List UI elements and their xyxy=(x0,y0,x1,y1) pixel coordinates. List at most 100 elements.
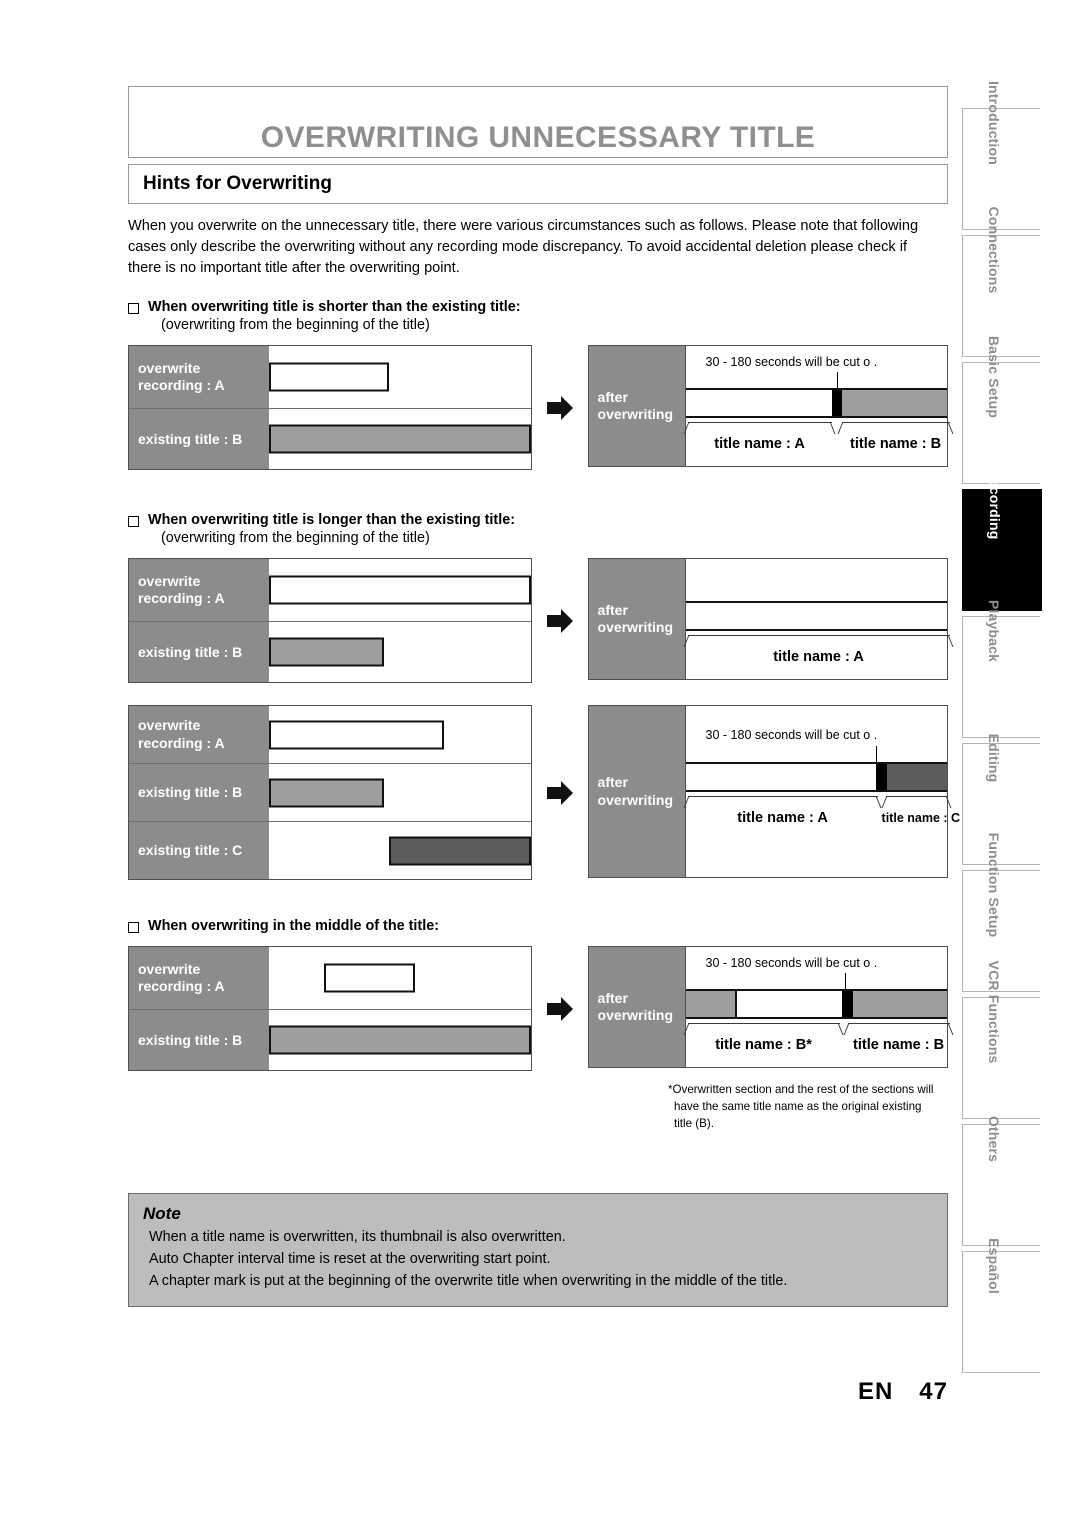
row-label-text: existing title : B xyxy=(138,1031,243,1048)
sidebar-tab-label: Function Setup xyxy=(985,832,1002,938)
row-label-line1: overwrite xyxy=(138,717,201,734)
segment-title-b-pre xyxy=(685,991,736,1018)
label-title-name-b-star: title name : B* xyxy=(715,1037,812,1054)
row-track xyxy=(269,947,531,1010)
sidebar-tab-label: Others xyxy=(985,1115,1002,1163)
sidebar-tab-recording[interactable]: Recording xyxy=(962,468,1042,611)
row-label-text: existing title : C xyxy=(138,842,243,859)
diagram-case-3: overwrite recording : A existing title :… xyxy=(128,705,961,881)
row-label-existing-title-c: existing title : C xyxy=(129,822,269,880)
brace-title-a xyxy=(687,796,878,807)
row-label-line2: recording : A xyxy=(138,978,225,995)
checkbox-icon xyxy=(128,922,139,934)
checkbox-icon xyxy=(128,303,139,315)
after-label-line2: overwriting xyxy=(597,791,674,808)
result-strip-4 xyxy=(685,989,947,1020)
row-label-overwrite-recording-a: overwrite recording : A xyxy=(129,947,269,1010)
after-body: 30 - 180 seconds will be cut o . title n… xyxy=(684,346,950,467)
diagram-1-row-overwrite-a: overwrite recording : A xyxy=(129,346,531,410)
cut-note-text: 30 - 180 seconds will be cut o . xyxy=(705,956,878,971)
panel-label-after-overwriting: after overwriting xyxy=(588,947,685,1068)
label-title-name-c: title name : C xyxy=(881,811,961,826)
bar-existing-b xyxy=(269,424,531,454)
bar-overwrite-a xyxy=(323,963,416,993)
row-label-existing-title-b: existing title : B xyxy=(129,1010,269,1071)
diagram-4-row-existing-b: existing title : B xyxy=(129,1010,531,1071)
flow-arrow-4 xyxy=(532,946,588,1071)
label-title-name-b: title name : B xyxy=(853,1037,945,1054)
after-label-line1: after xyxy=(597,989,628,1006)
row-label-line2: recording : A xyxy=(138,377,225,394)
footnote-block: *Overwritten section and the rest of the… xyxy=(668,1082,944,1132)
note-box: Note When a title name is overwritten, i… xyxy=(128,1193,948,1308)
language-code: EN xyxy=(857,1378,894,1405)
row-track xyxy=(269,822,531,880)
sidebar-tab-label: Basic Setup xyxy=(985,335,1002,419)
bar-overwrite-a xyxy=(269,575,531,605)
diagram-3-row-existing-b: existing title : B xyxy=(129,764,531,823)
sidebar-tab-vcr-functions[interactable]: VCR Functions xyxy=(962,961,1040,1119)
case-subtext-2: (overwriting from the beginning of the t… xyxy=(161,530,430,547)
label-title-name-a: title name : A xyxy=(773,649,864,666)
row-label-text: existing title : B xyxy=(138,430,243,447)
row-track xyxy=(269,346,531,409)
brace-title-b xyxy=(841,422,950,433)
row-label-overwrite-recording-a: overwrite recording : A xyxy=(129,559,269,622)
diagram-1-after-panel: after overwriting 30 - 180 seconds will … xyxy=(587,345,950,468)
sidebar-tab-basic-setup[interactable]: Basic Setup xyxy=(962,336,1040,484)
result-strip-1 xyxy=(685,388,947,419)
page-content: OVERWRITING UNNECESSARY TITLE Hints for … xyxy=(128,86,961,1308)
brace-title-b-star xyxy=(687,1023,840,1034)
row-label-existing-title-b: existing title : B xyxy=(129,622,269,683)
brace-title-c xyxy=(885,796,948,807)
segment-title-b-overwritten xyxy=(735,991,843,1018)
row-label-line2: recording : A xyxy=(138,590,225,607)
diagram-case-4: overwrite recording : A existing title :… xyxy=(128,946,950,1130)
segment-cut-marker xyxy=(876,764,887,791)
cut-note-text: 30 - 180 seconds will be cut o . xyxy=(705,355,878,370)
row-label-text: existing title : B xyxy=(138,784,243,801)
sidebar-tab-label: Recording xyxy=(986,468,1003,540)
after-label-line2: overwriting xyxy=(597,619,674,636)
case-heading-1: When overwriting title is shorter than t… xyxy=(128,299,948,315)
sidebar-tab-playback[interactable]: Playback xyxy=(962,600,1040,738)
footnote-line-1: *Overwritten section and the rest of the… xyxy=(668,1083,934,1097)
after-body: title name : A xyxy=(684,559,950,680)
flow-arrow-3 xyxy=(532,705,588,880)
sidebar-tab-espanol[interactable]: Español xyxy=(962,1238,1040,1373)
sidebar-tab-label: VCR Functions xyxy=(985,960,1002,1064)
sidebar-tab-label: Connections xyxy=(985,206,1002,294)
after-label-line2: overwriting xyxy=(597,406,674,423)
after-label-line1: after xyxy=(597,774,628,791)
manual-page: OVERWRITING UNNECESSARY TITLE Hints for … xyxy=(0,0,1080,1528)
cut-leader-line xyxy=(875,746,878,763)
note-title: Note xyxy=(143,1204,181,1224)
diagram-4-before-panel: overwrite recording : A existing title :… xyxy=(128,946,532,1072)
section-tab-rail: Introduction Connections Basic Setup Rec… xyxy=(962,81,1042,1378)
after-label-line1: after xyxy=(597,601,628,618)
sidebar-tab-others[interactable]: Others xyxy=(962,1116,1040,1246)
bar-existing-c xyxy=(389,836,531,866)
diagram-3-before-panel: overwrite recording : A existing title :… xyxy=(128,705,532,881)
label-title-name-a: title name : A xyxy=(714,436,805,453)
segment-title-a xyxy=(685,603,947,630)
page-number: 47 xyxy=(919,1378,948,1405)
row-label-line1: overwrite xyxy=(138,572,201,589)
page-footer: EN 47 xyxy=(128,1378,948,1406)
footnote-line-3: title (B). xyxy=(674,1117,714,1131)
bar-overwrite-a xyxy=(269,362,390,392)
note-line-2: Auto Chapter interval time is reset at t… xyxy=(149,1251,551,1268)
result-strip-3 xyxy=(685,762,947,793)
panel-label-after-overwriting: after overwriting xyxy=(588,559,685,680)
bar-existing-b xyxy=(269,637,385,667)
diagram-3-row-overwrite-a: overwrite recording : A xyxy=(129,706,531,765)
segment-cut-marker xyxy=(831,390,843,417)
panel-label-after-overwriting: after overwriting xyxy=(588,346,685,467)
diagram-1-before-panel: overwrite recording : A existing title :… xyxy=(128,345,532,471)
row-label-existing-title-b: existing title : B xyxy=(129,764,269,822)
segment-title-a xyxy=(685,764,877,791)
cut-leader-line xyxy=(836,372,839,389)
page-title: OVERWRITING UNNECESSARY TITLE xyxy=(260,121,816,154)
right-arrow-icon xyxy=(546,608,573,633)
brace-title-a xyxy=(687,635,950,646)
